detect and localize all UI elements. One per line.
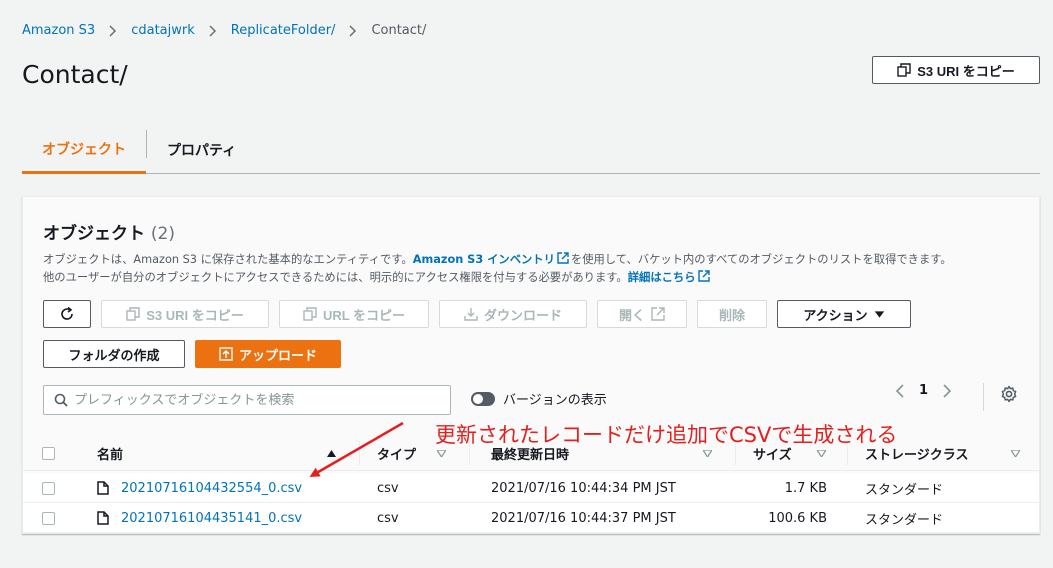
learn-more-link[interactable]: 詳細はこちら	[628, 271, 696, 284]
delete-button[interactable]: 削除	[697, 300, 767, 328]
row-select-cell	[42, 473, 55, 503]
search-icon	[54, 393, 68, 407]
upload-icon	[219, 347, 233, 361]
open-label: 開く	[618, 307, 645, 323]
tab-bar: オブジェクト プロパティ	[22, 126, 1040, 174]
table-row[interactable]: 20210716104432554_0.csv csv 2021/07/16 1…	[23, 473, 1039, 503]
copy-s3-uri-header-button[interactable]: S3 URI をコピー	[872, 56, 1040, 84]
gear-icon[interactable]	[1000, 385, 1018, 403]
object-name-link[interactable]: 20210716104432554_0.csv	[121, 481, 302, 496]
objects-panel-title: オブジェクト (2)	[43, 219, 175, 244]
external-link-icon	[651, 307, 665, 321]
column-name[interactable]: 名前	[97, 435, 123, 471]
versions-toggle-label: バージョンの表示	[503, 393, 607, 408]
copy-s3-uri-button[interactable]: S3 URI をコピー	[101, 300, 269, 328]
open-button[interactable]: 開く	[597, 300, 687, 328]
desc-line1-b: を使用して、バケット内のすべてのオブジェクトのリストを取得できます。	[570, 253, 952, 266]
chevron-right-icon	[95, 23, 131, 37]
breadcrumb-current: Contact/	[371, 22, 427, 38]
upload-button[interactable]: アップロード	[195, 340, 341, 368]
objects-title-text: オブジェクト	[43, 224, 145, 244]
copy-icon	[126, 307, 140, 321]
row-checkbox[interactable]	[42, 481, 55, 495]
file-icon	[97, 511, 109, 525]
column-divider	[359, 441, 360, 465]
object-name-link[interactable]: 20210716104435141_0.csv	[121, 511, 302, 526]
search-input-wrapper	[43, 385, 451, 415]
row-select-cell	[42, 503, 55, 533]
copy-s3-uri-label: S3 URI をコピー	[146, 307, 244, 323]
breadcrumb-bucket[interactable]: cdatajwrk	[131, 23, 195, 38]
row-checkbox[interactable]	[42, 511, 55, 525]
current-page[interactable]: 1	[919, 383, 928, 398]
object-type-cell: csv	[377, 480, 399, 496]
copy-url-button[interactable]: URL をコピー	[279, 300, 429, 328]
create-folder-button[interactable]: フォルダの作成	[43, 340, 185, 368]
refresh-icon	[61, 307, 73, 320]
search-input[interactable]	[74, 392, 434, 408]
file-icon	[97, 481, 109, 495]
versions-toggle[interactable]	[471, 391, 495, 406]
external-link-icon	[697, 270, 710, 282]
chevron-right-icon[interactable]	[942, 383, 952, 398]
copy-s3-uri-header-label: S3 URI をコピー	[917, 63, 1015, 79]
objects-count: (2)	[150, 224, 176, 244]
pagination: 1	[895, 383, 952, 398]
object-storage-cell: スタンダード	[865, 512, 944, 528]
tab-properties[interactable]: プロパティ	[147, 126, 256, 173]
sort-asc-icon[interactable]	[327, 435, 336, 471]
annotation-text: 更新されたレコードだけ追加でCSVで生成される	[435, 423, 898, 447]
object-modified-cell: 2021/07/16 10:44:37 PM JST	[491, 510, 676, 526]
tab-objects[interactable]: オブジェクト	[22, 126, 146, 174]
external-link-icon	[557, 252, 569, 264]
sort-icon[interactable]	[1011, 435, 1020, 471]
chevron-right-icon	[195, 23, 231, 37]
object-modified-cell: 2021/07/16 10:44:34 PM JST	[491, 480, 676, 496]
chevron-right-icon	[335, 23, 371, 37]
select-all-cell	[42, 435, 55, 471]
object-name-cell[interactable]: 20210716104432554_0.csv	[97, 473, 302, 503]
refresh-button[interactable]	[43, 300, 91, 328]
copy-icon	[303, 307, 317, 321]
object-size-cell: 1.7 KB	[784, 480, 827, 496]
table-row[interactable]: 20210716104435141_0.csv csv 2021/07/16 1…	[23, 503, 1039, 533]
object-type-cell: csv	[377, 510, 399, 526]
actions-dropdown[interactable]: アクション	[777, 300, 911, 328]
actions-label: アクション	[803, 307, 868, 323]
copy-url-label: URL をコピー	[322, 307, 406, 323]
desc-line2-a: 他のユーザーが自分のオブジェクトにアクセスできるためには、明示的にアクセス権限を…	[43, 271, 628, 284]
objects-toolbar: S3 URI をコピー URL をコピー ダウンロード 開く 削除 アクション	[43, 300, 911, 328]
chevron-left-icon[interactable]	[895, 383, 905, 398]
download-icon	[464, 308, 478, 321]
toggle-knob	[473, 393, 483, 404]
page-title: Contact/	[22, 60, 128, 89]
object-storage-cell: スタンダード	[865, 482, 944, 498]
upload-label: アップロード	[238, 347, 317, 363]
download-label: ダウンロード	[483, 307, 562, 323]
objects-toolbar-secondary: フォルダの作成 アップロード	[43, 340, 341, 368]
column-type[interactable]: タイプ	[377, 435, 416, 471]
download-button[interactable]: ダウンロード	[439, 300, 587, 328]
copy-icon	[897, 63, 911, 77]
breadcrumb: Amazon S3 cdatajwrk ReplicateFolder/ Con…	[22, 20, 426, 40]
objects-panel: オブジェクト (2) オブジェクトは、Amazon S3 に保存された基本的なエ…	[22, 196, 1040, 534]
select-all-checkbox[interactable]	[42, 446, 55, 460]
desc-line1-a: オブジェクトは、Amazon S3 に保存された基本的なエンティティです。	[43, 253, 413, 266]
object-size-cell: 100.6 KB	[768, 510, 827, 526]
caret-down-icon	[874, 310, 884, 318]
objects-description: オブジェクトは、Amazon S3 に保存された基本的なエンティティです。Ama…	[43, 251, 952, 287]
inventory-link[interactable]: Amazon S3 インベントリ	[413, 253, 555, 266]
object-name-cell[interactable]: 20210716104435141_0.csv	[97, 503, 302, 533]
breadcrumb-amazon-s3[interactable]: Amazon S3	[22, 23, 95, 38]
pager-divider	[983, 383, 984, 411]
versions-toggle-wrapper: バージョンの表示	[471, 389, 607, 408]
breadcrumb-replicate-folder[interactable]: ReplicateFolder/	[231, 23, 336, 38]
